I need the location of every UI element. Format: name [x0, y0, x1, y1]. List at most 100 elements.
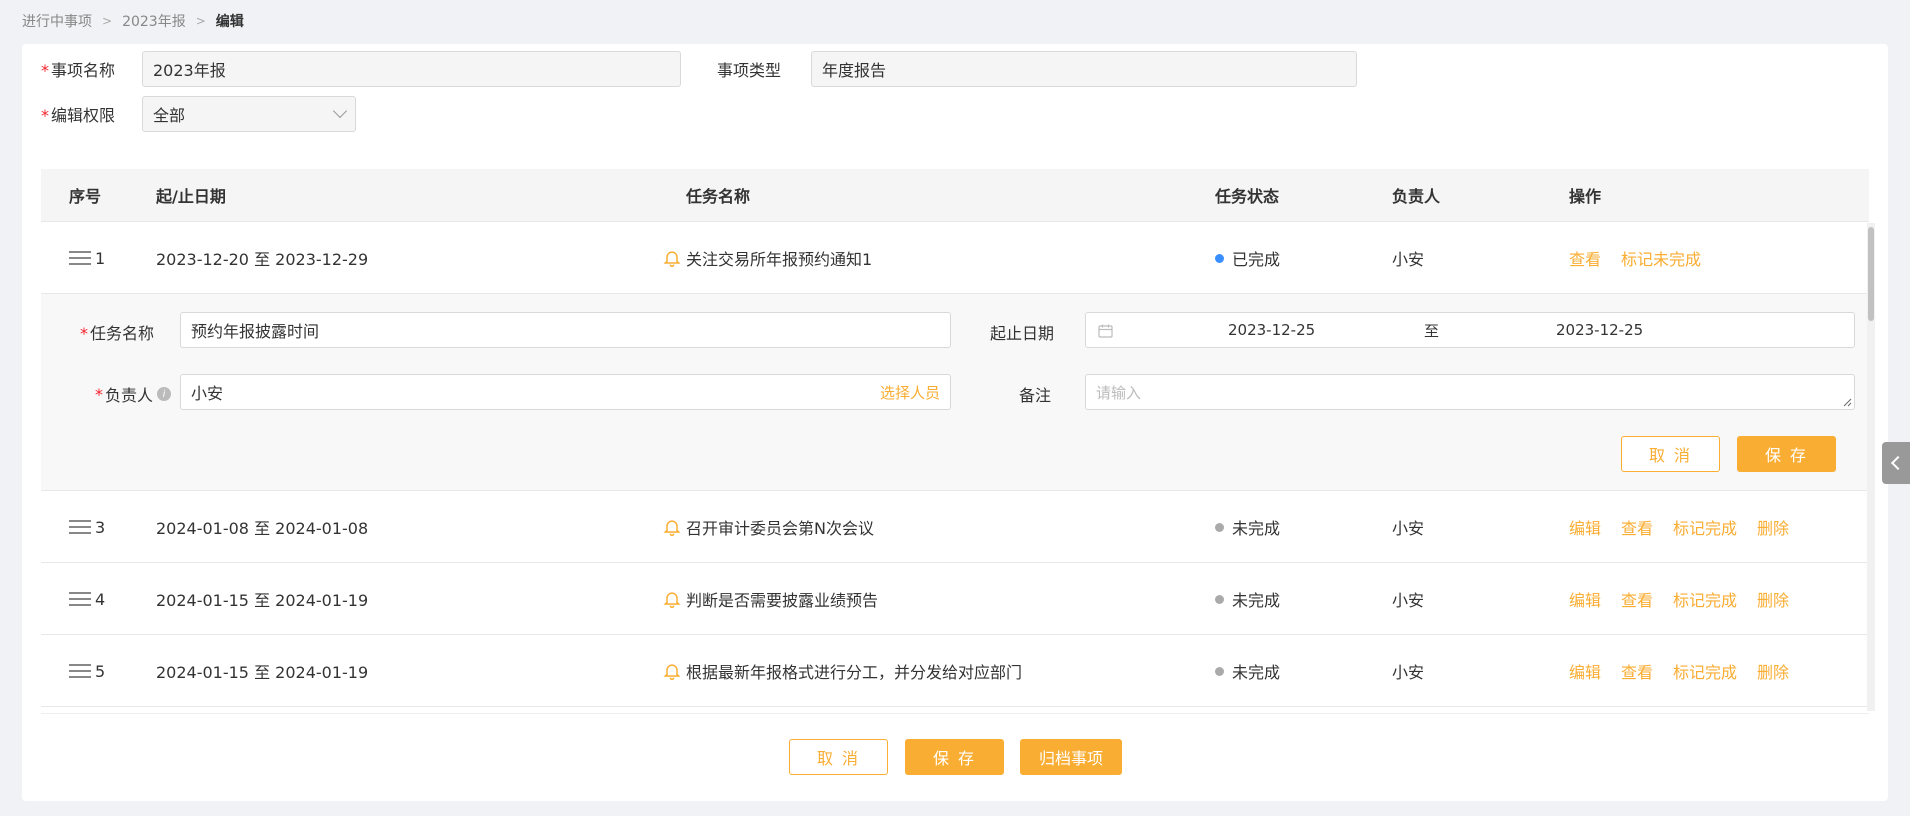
table-row: 5 2024-01-15 至 2024-01-19 根据最新年报格式进行分工，并… — [41, 635, 1869, 707]
date-separator: 至 — [1424, 321, 1440, 340]
owner-label: * 负责人 i — [95, 382, 172, 406]
row-status: 未完成 — [1215, 491, 1280, 563]
info-icon[interactable]: i — [157, 387, 172, 401]
status-dot — [1215, 253, 1224, 263]
bell-icon[interactable] — [662, 491, 682, 563]
row-owner: 小安 — [1392, 250, 1425, 269]
edit-link[interactable]: 编辑 — [1569, 515, 1601, 539]
table-row: 3 2024-01-08 至 2024-01-08 召开审计委员会第N次会议 未… — [41, 491, 1869, 563]
row-status: 已完成 — [1215, 222, 1280, 294]
breadcrumb: 进行中事项 > 2023年报 > 编辑 — [22, 10, 244, 32]
header-task: 任务名称 — [686, 187, 751, 206]
edit-link[interactable]: 编辑 — [1569, 659, 1601, 683]
chevron-down-icon — [332, 103, 348, 119]
header-ops: 操作 — [1569, 187, 1602, 206]
row-status: 未完成 — [1215, 563, 1280, 635]
drag-handle-icon[interactable] — [69, 251, 91, 265]
chevron-right-icon: > — [102, 14, 113, 28]
header-status: 任务状态 — [1215, 187, 1280, 206]
row-index: 1 — [69, 222, 105, 294]
drag-handle-icon[interactable] — [69, 520, 91, 534]
table-row: 1 2023-12-20 至 2023-12-29 关注交易所年报预约通知1 已… — [41, 222, 1869, 294]
view-link[interactable]: 查看 — [1621, 587, 1653, 611]
row-index: 3 — [69, 491, 105, 563]
row-ops: 编辑 查看 标记完成 删除 — [1569, 491, 1809, 563]
row-owner: 小安 — [1392, 663, 1425, 682]
edit-link[interactable]: 编辑 — [1569, 587, 1601, 611]
row-index: 5 — [69, 635, 105, 707]
panel-cancel-button[interactable]: 取 消 — [1621, 436, 1720, 472]
task-table: 序号 起/止日期 任务名称 任务状态 负责人 操作 1 2023-12-20 至… — [41, 169, 1869, 711]
row-ops: 查看 标记未完成 — [1569, 222, 1721, 294]
row-index: 4 — [69, 563, 105, 635]
status-dot — [1215, 594, 1224, 604]
bell-icon[interactable] — [662, 222, 682, 294]
save-button[interactable]: 保 存 — [905, 739, 1004, 775]
select-person-link[interactable]: 选择人员 — [880, 382, 940, 403]
row-task: 召开审计委员会第N次会议 — [686, 519, 874, 538]
permission-label: * 编辑权限 — [41, 106, 116, 125]
archive-button[interactable]: 归档事项 — [1020, 739, 1122, 775]
row-ops: 编辑 查看 标记完成 删除 — [1569, 563, 1809, 635]
bell-icon[interactable] — [662, 635, 682, 707]
main-card: * 事项名称 2023年报 事项类型 年度报告 * 编辑权限 全部 序号 起/止日期… — [22, 44, 1888, 801]
view-link[interactable]: 查看 — [1621, 659, 1653, 683]
breadcrumb-item-edit: 编辑 — [215, 14, 244, 30]
table-scrollbar[interactable] — [1867, 223, 1875, 711]
side-panel-toggle[interactable] — [1882, 442, 1910, 484]
footer-divider — [41, 713, 1869, 714]
type-input: 年度报告 — [811, 51, 1357, 87]
row-status: 未完成 — [1215, 635, 1280, 707]
row-task: 关注交易所年报预约通知1 — [686, 250, 873, 269]
task-edit-panel: * 任务名称 预约年报披露时间 起止日期 2023-12-25 至 2023-12… — [41, 294, 1869, 491]
bell-icon[interactable] — [662, 563, 682, 635]
view-link[interactable]: 查看 — [1569, 246, 1601, 270]
chevron-right-icon: > — [195, 14, 206, 28]
row-dates: 2024-01-15 至 2024-01-19 — [156, 663, 369, 682]
mark-complete-link[interactable]: 标记完成 — [1673, 515, 1737, 539]
type-label: 事项类型 — [717, 61, 782, 80]
breadcrumb-item-ongoing[interactable]: 进行中事项 — [22, 11, 92, 31]
owner-input[interactable]: 小安 选择人员 — [180, 374, 951, 410]
date-end[interactable]: 2023-12-25 — [1556, 321, 1643, 339]
table-row: 4 2024-01-15 至 2024-01-19 判断是否需要披露业绩预告 未… — [41, 563, 1869, 635]
row-dates: 2023-12-20 至 2023-12-29 — [156, 250, 369, 269]
permission-select[interactable]: 全部 — [142, 96, 356, 132]
task-name-label: * 任务名称 — [80, 324, 155, 343]
breadcrumb-item-report[interactable]: 2023年报 — [122, 11, 186, 31]
mark-complete-link[interactable]: 标记完成 — [1673, 587, 1737, 611]
row-ops: 编辑 查看 标记完成 删除 — [1569, 635, 1809, 707]
header-index: 序号 — [69, 187, 102, 206]
scrollbar-thumb[interactable] — [1868, 227, 1874, 321]
permission-field-row: * 编辑权限 全部 — [41, 96, 356, 132]
status-dot — [1215, 666, 1224, 676]
drag-handle-icon[interactable] — [69, 592, 91, 606]
panel-save-button[interactable]: 保 存 — [1737, 436, 1836, 472]
status-dot — [1215, 522, 1224, 532]
note-label: 备注 — [1019, 386, 1052, 405]
name-input[interactable]: 2023年报 — [142, 51, 681, 87]
name-field-row: * 事项名称 2023年报 — [41, 51, 681, 87]
drag-handle-icon[interactable] — [69, 664, 91, 678]
delete-link[interactable]: 删除 — [1757, 659, 1789, 683]
header-dates: 起/止日期 — [156, 187, 226, 206]
date-start[interactable]: 2023-12-25 — [1228, 321, 1315, 339]
cancel-button[interactable]: 取 消 — [789, 739, 888, 775]
date-range-label: 起止日期 — [990, 324, 1055, 343]
table-header: 序号 起/止日期 任务名称 任务状态 负责人 操作 — [41, 169, 1869, 222]
delete-link[interactable]: 删除 — [1757, 587, 1789, 611]
mark-incomplete-link[interactable]: 标记未完成 — [1621, 246, 1701, 270]
mark-complete-link[interactable]: 标记完成 — [1673, 659, 1737, 683]
row-dates: 2024-01-08 至 2024-01-08 — [156, 519, 369, 538]
chevron-left-icon — [1890, 455, 1906, 471]
task-name-input[interactable]: 预约年报披露时间 — [180, 312, 951, 348]
type-field-row: 事项类型 年度报告 — [717, 51, 1357, 87]
delete-link[interactable]: 删除 — [1757, 515, 1789, 539]
row-task: 根据最新年报格式进行分工，并分发给对应部门 — [686, 663, 1023, 682]
note-textarea[interactable]: 请输入 — [1085, 374, 1855, 410]
resize-handle-icon[interactable] — [1843, 398, 1852, 407]
row-task: 判断是否需要披露业绩预告 — [686, 591, 879, 610]
view-link[interactable]: 查看 — [1621, 515, 1653, 539]
date-range-picker[interactable]: 2023-12-25 至 2023-12-25 — [1085, 312, 1855, 348]
calendar-icon — [1098, 324, 1113, 338]
